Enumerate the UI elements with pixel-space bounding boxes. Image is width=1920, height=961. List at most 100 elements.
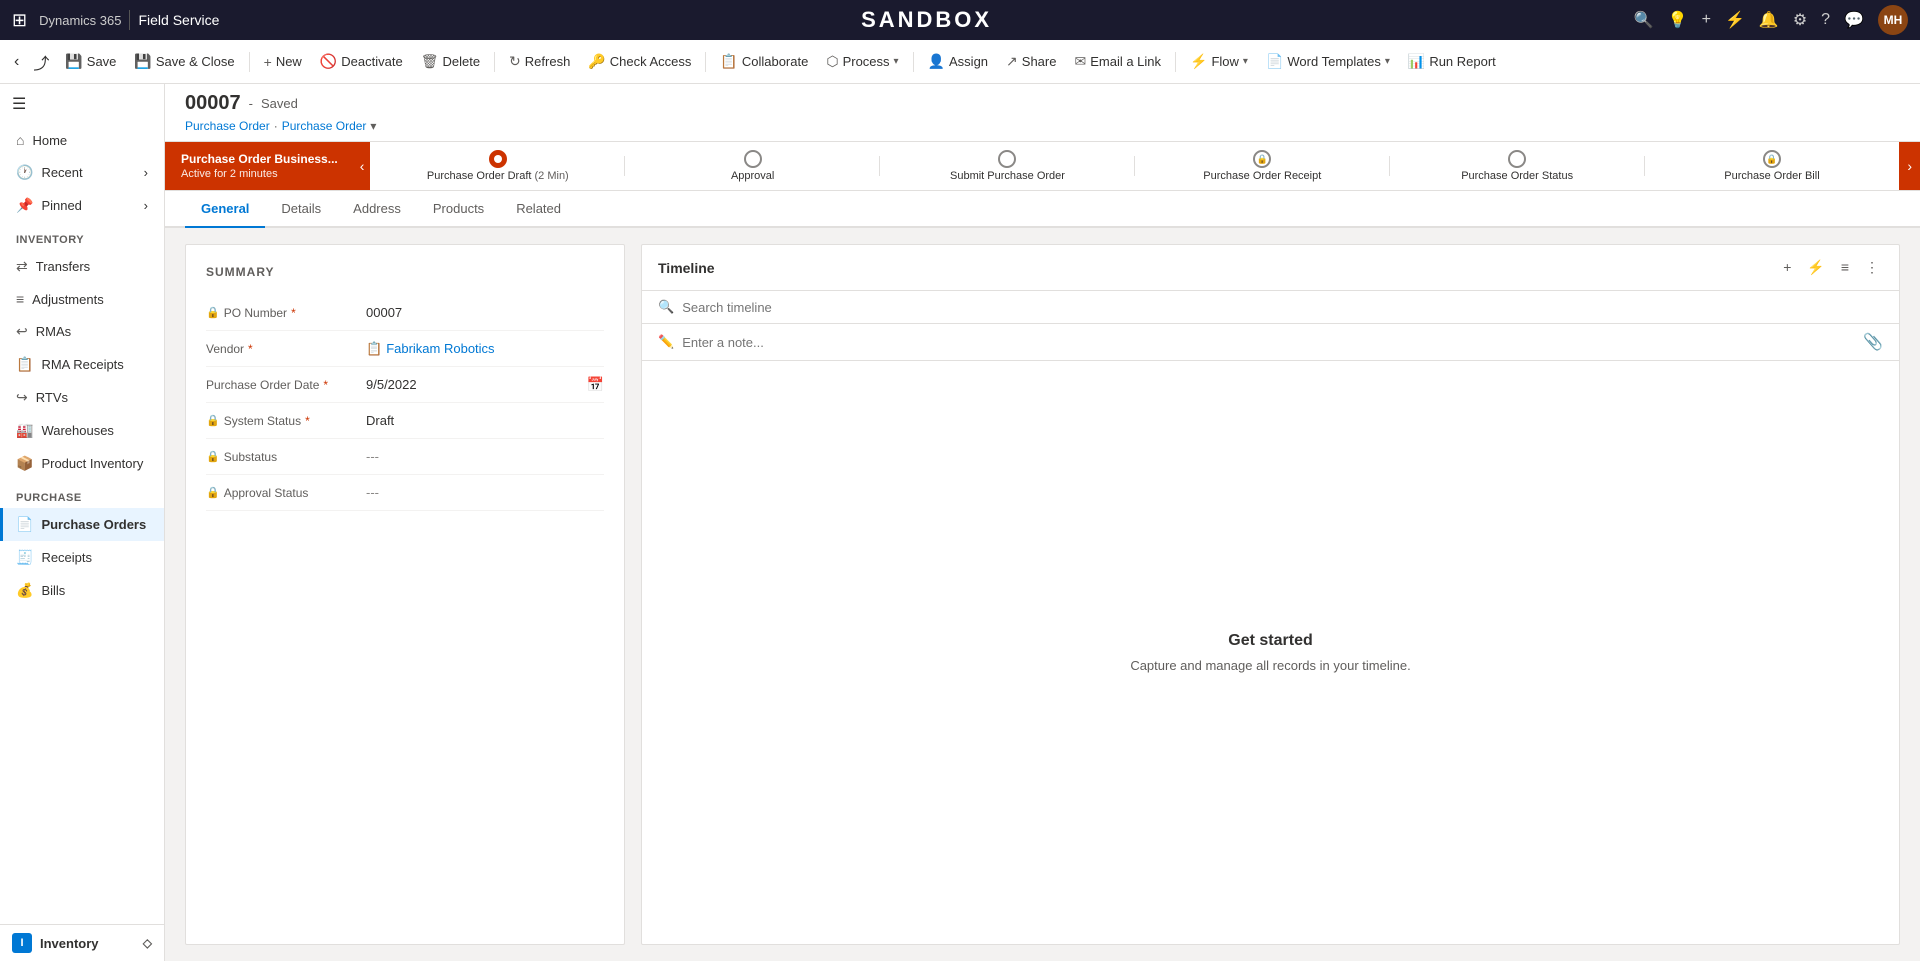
help-icon[interactable]: ?	[1821, 11, 1830, 29]
active-stage-name: Purchase Order Business...	[181, 152, 338, 166]
sidebar-bottom-icon: I	[12, 933, 32, 953]
chat-icon[interactable]: 💬	[1844, 10, 1864, 30]
email-link-button[interactable]: ✉ Email a Link	[1066, 49, 1169, 74]
purchase-orders-icon: 📄	[16, 516, 33, 533]
assign-button[interactable]: 👤 Assign	[920, 49, 996, 74]
refresh-button[interactable]: ↻ Refresh	[501, 49, 578, 74]
check-access-icon: 🔑	[588, 53, 605, 70]
word-templates-dropdown-icon: ▾	[1385, 56, 1390, 67]
pinned-icon: 📌	[16, 197, 33, 214]
inventory-section-label: Inventory	[0, 222, 164, 250]
forward-button[interactable]: ⤴	[27, 46, 55, 78]
process-stage-submit[interactable]: Submit Purchase Order	[880, 142, 1135, 190]
recent-icon: 🕐	[16, 164, 33, 181]
breadcrumb-dropdown-icon[interactable]: ▾	[370, 119, 376, 133]
deactivate-button[interactable]: 🚫 Deactivate	[312, 49, 411, 74]
sidebar-item-product-inventory[interactable]: 📦 Product Inventory	[0, 447, 164, 480]
approval-status-label: 🔒 Approval Status	[206, 486, 366, 500]
timeline-add-icon[interactable]: +	[1779, 257, 1795, 278]
run-report-button[interactable]: 📊 Run Report	[1400, 49, 1504, 74]
stage-circle-draft	[489, 150, 507, 168]
field-po-number: 🔒 PO Number * 00007	[206, 295, 604, 331]
note-input[interactable]	[682, 335, 1855, 350]
flow-button[interactable]: ⚡ Flow ▾	[1182, 49, 1256, 74]
check-access-button[interactable]: 🔑 Check Access	[580, 49, 699, 74]
substatus-label: 🔒 Substatus	[206, 450, 366, 464]
tab-details[interactable]: Details	[265, 191, 337, 228]
sidebar-item-receipts[interactable]: 🧾 Receipts	[0, 541, 164, 574]
process-next-button[interactable]: ›	[1899, 142, 1920, 190]
avatar[interactable]: MH	[1878, 5, 1908, 35]
save-button[interactable]: 💾 Save	[57, 49, 124, 74]
sidebar-item-pinned[interactable]: 📌 Pinned ›	[0, 189, 164, 222]
sidebar-item-rtvs[interactable]: ↪ RTVs	[0, 381, 164, 414]
bills-icon: 💰	[16, 582, 33, 599]
approval-status-value[interactable]: ---	[366, 485, 604, 500]
sidebar-item-recent[interactable]: 🕐 Recent ›	[0, 156, 164, 189]
cmd-sep-1	[249, 52, 250, 72]
vendor-value[interactable]: 📋 Fabrikam Robotics	[366, 341, 604, 357]
warehouses-icon: 🏭	[16, 422, 33, 439]
process-button[interactable]: ⬡ Process ▾	[818, 49, 906, 74]
process-stage-receipt[interactable]: 🔒 Purchase Order Receipt	[1135, 142, 1390, 190]
system-status-value[interactable]: Draft	[366, 413, 604, 428]
sidebar-item-rmas[interactable]: ↩ RMAs	[0, 315, 164, 348]
po-number-value[interactable]: 00007	[366, 305, 604, 320]
module-label[interactable]: Field Service	[138, 12, 219, 28]
lock-icon-bill: 🔒	[1766, 154, 1777, 165]
field-po-date: Purchase Order Date * 9/5/2022 📅	[206, 367, 604, 403]
sidebar-toggle[interactable]: ☰	[0, 84, 164, 124]
sidebar-item-home[interactable]: ⌂ Home	[0, 124, 164, 156]
waffle-icon[interactable]: ⊞	[12, 10, 27, 31]
tab-general[interactable]: General	[185, 191, 265, 228]
note-attach-icon[interactable]: 📎	[1863, 332, 1883, 352]
timeline-search-input[interactable]	[682, 300, 1883, 315]
substatus-value[interactable]: ---	[366, 449, 604, 464]
sidebar-item-purchase-orders[interactable]: 📄 Purchase Orders	[0, 508, 164, 541]
sidebar-bottom-arrow: ◇	[143, 936, 152, 950]
timeline-header-icons: + ⚡ ≡ ⋮	[1779, 257, 1883, 278]
sidebar-item-rma-receipts[interactable]: 📋 RMA Receipts	[0, 348, 164, 381]
collaborate-button[interactable]: 📋 Collaborate	[712, 49, 816, 74]
calendar-icon[interactable]: 📅	[587, 376, 604, 393]
tab-related[interactable]: Related	[500, 191, 577, 228]
add-icon[interactable]: +	[1702, 11, 1711, 29]
process-stage-bill[interactable]: 🔒 Purchase Order Bill	[1645, 142, 1900, 190]
tab-address[interactable]: Address	[337, 191, 417, 228]
timeline-list-icon[interactable]: ≡	[1837, 257, 1853, 278]
process-collapse-button[interactable]: ‹	[354, 142, 371, 190]
breadcrumb-current[interactable]: Purchase Order	[282, 119, 367, 133]
word-templates-button[interactable]: 📄 Word Templates ▾	[1258, 49, 1398, 74]
timeline-more-icon[interactable]: ⋮	[1861, 257, 1883, 278]
share-button[interactable]: ↗ Share	[998, 49, 1064, 74]
timeline-filter-icon[interactable]: ⚡	[1803, 257, 1828, 278]
save-close-button[interactable]: 💾 Save & Close	[126, 49, 242, 74]
sidebar-item-warehouses[interactable]: 🏭 Warehouses	[0, 414, 164, 447]
search-icon[interactable]: 🔍	[1634, 10, 1654, 30]
process-stage-status[interactable]: Purchase Order Status	[1390, 142, 1645, 190]
form-content: SUMMARY 🔒 PO Number * 00007 Vendor *	[165, 228, 1920, 961]
filter-icon[interactable]: ⚡	[1725, 10, 1745, 30]
tab-products[interactable]: Products	[417, 191, 500, 228]
cmd-sep-2	[494, 52, 495, 72]
process-stage-draft[interactable]: Purchase Order Draft (2 Min)	[370, 142, 625, 190]
process-active-stage[interactable]: Purchase Order Business... Active for 2 …	[165, 142, 354, 190]
lightbulb-icon[interactable]: 💡	[1668, 10, 1688, 30]
sidebar-bottom-inventory[interactable]: I Inventory ◇	[0, 924, 164, 961]
sidebar-item-transfers[interactable]: ⇄ Transfers	[0, 250, 164, 283]
sidebar-item-bills[interactable]: 💰 Bills	[0, 574, 164, 607]
bell-icon[interactable]: 🔔	[1759, 10, 1779, 30]
stage-label-submit: Submit Purchase Order	[950, 170, 1065, 182]
breadcrumb-parent[interactable]: Purchase Order	[185, 119, 270, 133]
sidebar-item-adjustments[interactable]: ≡ Adjustments	[0, 283, 164, 315]
delete-button[interactable]: 🗑 Delete	[413, 49, 488, 74]
settings-icon[interactable]: ⚙	[1793, 10, 1807, 30]
d365-label[interactable]: Dynamics 365	[39, 13, 121, 28]
pinned-chevron-icon: ›	[144, 198, 148, 213]
new-button[interactable]: + New	[256, 50, 310, 74]
back-button[interactable]: ‹	[8, 49, 25, 75]
field-system-status: 🔒 System Status * Draft	[206, 403, 604, 439]
refresh-icon: ↻	[509, 53, 521, 70]
flow-icon: ⚡	[1190, 53, 1207, 70]
process-stage-approval[interactable]: Approval	[625, 142, 880, 190]
